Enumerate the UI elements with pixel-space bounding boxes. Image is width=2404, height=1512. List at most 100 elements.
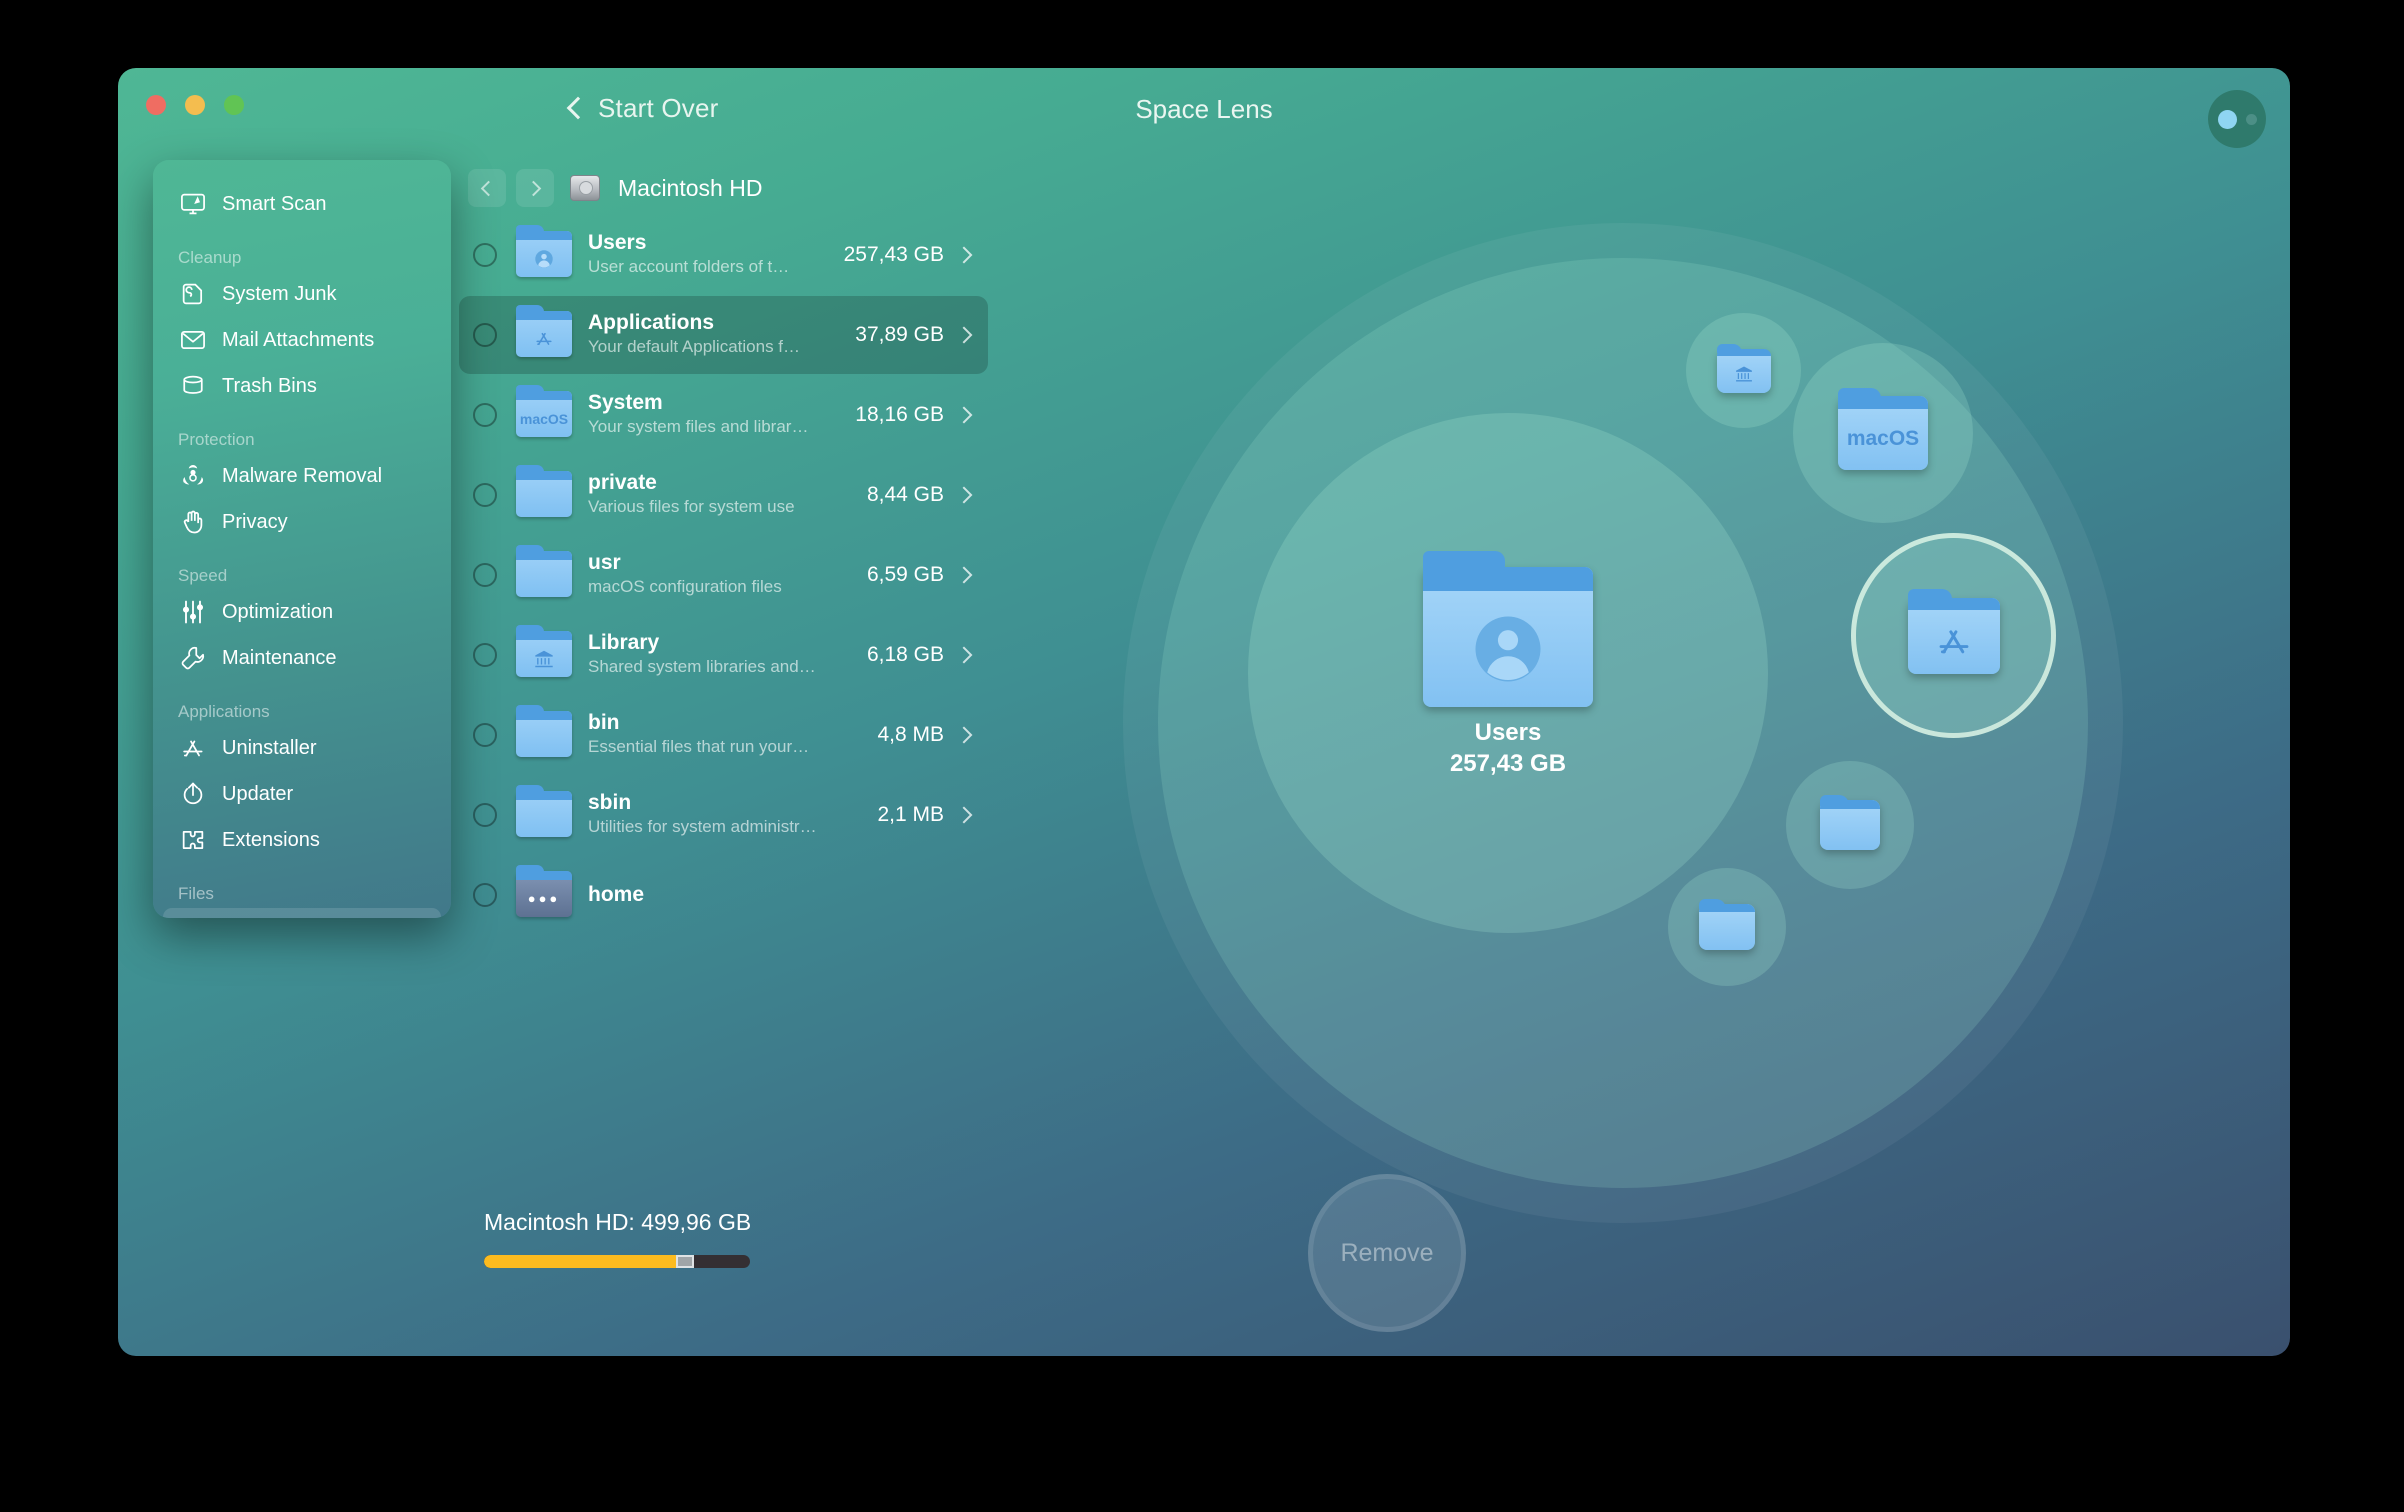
sidebar-item-updater[interactable]: Updater xyxy=(163,772,441,816)
sidebar-item-label: Trash Bins xyxy=(222,374,317,397)
file-row[interactable]: private Various files for system use 8,44 … xyxy=(459,456,988,534)
file-row-checkbox[interactable] xyxy=(473,323,497,347)
bubble-library[interactable] xyxy=(1686,313,1801,428)
bubble-private[interactable] xyxy=(1786,761,1914,889)
bubble-users-value: 257,43 GB xyxy=(1449,750,1567,777)
update-arrow-icon xyxy=(178,779,208,809)
bubble-applications[interactable] xyxy=(1856,538,2051,733)
sidebar-item-system-junk[interactable]: System Junk xyxy=(163,272,441,316)
file-row[interactable]: macOS System Your system files and librar…… xyxy=(459,376,988,454)
bubble-usr[interactable] xyxy=(1668,868,1786,986)
sidebar-item-mail-attachments[interactable]: Mail Attachments xyxy=(163,318,441,362)
remove-button[interactable]: Remove xyxy=(1308,1174,1466,1332)
sidebar-item-malware-removal[interactable]: Malware Removal xyxy=(163,454,441,498)
file-row-name: bin xyxy=(588,711,620,735)
file-row-name: private xyxy=(588,471,657,495)
nav-forward-button[interactable] xyxy=(516,169,554,207)
breadcrumb-label: Macintosh HD xyxy=(618,174,763,201)
sidebar-body: Smart Scan Cleanup System Junk Mail Attachm… xyxy=(153,182,451,918)
appstore-icon xyxy=(178,733,208,763)
chevron-right-icon[interactable] xyxy=(955,646,973,664)
assistant-dot-large-icon xyxy=(2217,109,2237,129)
sidebar-group-label: Protection xyxy=(178,430,255,449)
file-row-size: 18,16 GB xyxy=(855,403,944,426)
sidebar-item-privacy[interactable]: Privacy xyxy=(163,500,441,544)
chevron-right-icon xyxy=(525,180,542,196)
file-row-checkbox[interactable] xyxy=(473,803,497,827)
chevron-right-icon[interactable] xyxy=(955,806,973,824)
folder-user-icon xyxy=(516,225,574,279)
folder-macos-icon: macOS xyxy=(1838,387,1928,470)
file-row-name: System xyxy=(588,391,663,415)
file-row-checkbox[interactable] xyxy=(473,483,497,507)
sidebar-item-extensions[interactable]: Extensions xyxy=(163,818,441,862)
sidebar: Smart Scan Cleanup System Junk Mail Attachm… xyxy=(153,160,451,918)
sidebar-item-label: Smart Scan xyxy=(222,192,327,215)
sidebar-group-label: Speed xyxy=(178,566,228,585)
hand-icon xyxy=(178,507,208,537)
file-row-name: sbin xyxy=(588,791,632,815)
disk-usage-status: Macintosh HD: 499,96 GB xyxy=(451,1209,1011,1268)
folder-plain-icon xyxy=(516,705,574,759)
trash-icon xyxy=(178,371,208,401)
sidebar-item-smart-scan[interactable]: Smart Scan xyxy=(163,182,441,226)
sliders-icon xyxy=(178,597,208,627)
chevron-right-icon[interactable] xyxy=(955,726,973,744)
bubble-users[interactable]: Users 257,43 GB xyxy=(1248,413,1768,933)
file-row-text: usr macOS configuration files xyxy=(588,551,867,598)
sidebar-item-label: Updater xyxy=(222,782,294,805)
folder-appstore-icon xyxy=(516,305,574,359)
sidebar-item-label: Uninstaller xyxy=(222,736,317,759)
file-row[interactable]: sbin Utilities for system administr… 2,1 M… xyxy=(459,776,988,854)
file-row[interactable]: Library Shared system libraries and… 6,18 … xyxy=(459,616,988,694)
file-row-checkbox[interactable] xyxy=(473,883,497,907)
folder-macos-icon: macOS xyxy=(516,385,574,439)
file-row-description: User account folders of t… xyxy=(588,256,790,276)
file-row-size: 8,44 GB xyxy=(866,483,944,506)
file-row-checkbox[interactable] xyxy=(473,403,497,427)
assistant-dot-small-icon xyxy=(2245,113,2257,125)
folder-plain-icon xyxy=(516,545,574,599)
app-window: Start Over Space Lens macOS Users 257,43… xyxy=(118,68,2290,1356)
file-row-checkbox[interactable] xyxy=(473,563,497,587)
folder-shared-icon: ●●● xyxy=(516,865,574,919)
chevron-right-icon[interactable] xyxy=(955,486,973,504)
file-row-text: sbin Utilities for system administr… xyxy=(588,791,877,838)
file-row-size: 2,1 MB xyxy=(877,803,944,826)
nav-back-button[interactable] xyxy=(468,169,506,207)
file-row-name: Applications xyxy=(588,311,715,335)
folder-appstore-icon xyxy=(1907,589,2000,674)
chevron-right-icon[interactable] xyxy=(955,406,973,424)
breadcrumb: Macintosh HD xyxy=(451,162,996,214)
puzzle-icon xyxy=(178,825,208,855)
chevron-right-icon[interactable] xyxy=(955,326,973,344)
file-row-checkbox[interactable] xyxy=(473,243,497,267)
file-row-text: Users User account folders of t… xyxy=(588,231,844,278)
file-row-checkbox[interactable] xyxy=(473,643,497,667)
chevron-right-icon[interactable] xyxy=(955,246,973,264)
page-title: Space Lens xyxy=(1135,94,1273,124)
folder-plain-icon xyxy=(1820,794,1880,850)
sidebar-item-trash-bins[interactable]: Trash Bins xyxy=(163,364,441,408)
file-row[interactable]: ●●● home xyxy=(459,856,988,934)
file-row[interactable]: Applications Your default Applications f…… xyxy=(459,296,988,374)
file-row-name: home xyxy=(588,882,645,906)
file-row-name: Users xyxy=(588,231,647,255)
sidebar-item-space-lens[interactable]: Space Lens410,49 GB xyxy=(163,908,441,918)
system-junk-icon xyxy=(178,279,208,309)
sidebar-item-maintenance[interactable]: Maintenance xyxy=(163,636,441,680)
file-row-name: Library xyxy=(588,631,660,655)
sidebar-item-uninstaller[interactable]: Uninstaller xyxy=(163,726,441,770)
file-row[interactable]: bin Essential files that run your… 4,8 MB xyxy=(459,696,988,774)
file-row-text: private Various files for system use xyxy=(588,471,867,518)
file-row[interactable]: Users User account folders of t… 257,43 GB xyxy=(459,216,988,294)
file-row-checkbox[interactable] xyxy=(473,723,497,747)
file-row-description: Various files for system use xyxy=(588,496,795,516)
bubble-system-macos[interactable]: macOS xyxy=(1793,343,1973,523)
file-row[interactable]: usr macOS configuration files 6,59 GB xyxy=(459,536,988,614)
sidebar-item-label: Privacy xyxy=(222,510,288,533)
folder-plain-icon xyxy=(516,785,574,839)
file-row-description: Shared system libraries and… xyxy=(588,656,816,676)
sidebar-item-optimization[interactable]: Optimization xyxy=(163,590,441,634)
chevron-right-icon[interactable] xyxy=(955,566,973,584)
